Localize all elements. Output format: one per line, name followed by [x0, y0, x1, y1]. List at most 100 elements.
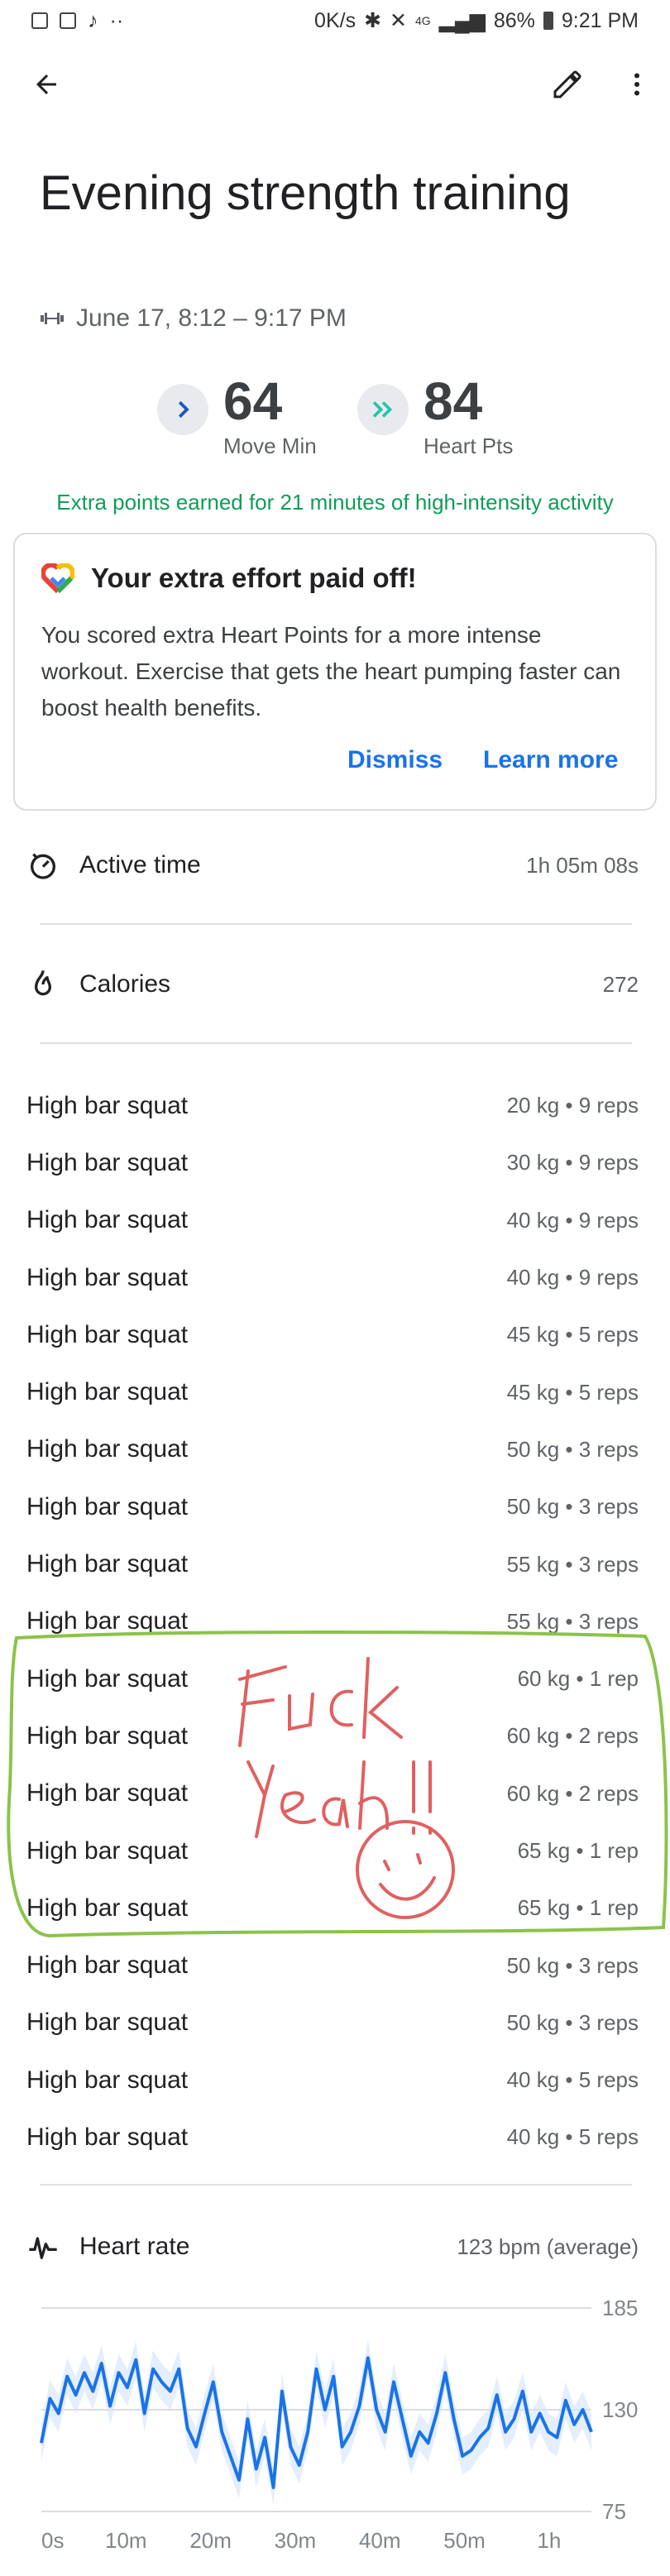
extra-points-message: Extra points earned for 21 minutes of hi… [56, 490, 614, 515]
heart-pts-label: Heart Pts [424, 433, 514, 458]
signal-type: 4G [414, 14, 431, 27]
x-tick-label: 0s [41, 2528, 64, 2553]
network-speed: 0K/s [314, 8, 357, 32]
extra-effort-card: Your extra effort paid off! You scored e… [13, 533, 657, 811]
set-row: High bar squat 60 kg • 2 reps [26, 1707, 639, 1764]
gallery-notification-icon [31, 12, 48, 29]
y-tick-label: 75 [602, 2499, 626, 2524]
set-weight-reps: 60 kg • 1 rep [517, 1666, 639, 1692]
calories-row: Calories 272 [26, 960, 639, 1009]
set-exercise-name: High bar squat [26, 1550, 189, 1578]
set-exercise-name: High bar squat [26, 1492, 189, 1520]
learn-more-button[interactable]: Learn more [483, 746, 618, 774]
active-time-label: Active time [79, 851, 201, 879]
back-arrow-icon [36, 74, 56, 94]
battery-level: 86% [493, 8, 535, 32]
set-exercise-name: High bar squat [26, 1091, 189, 1119]
x-tick-label: 10m [105, 2528, 147, 2553]
set-exercise-name: High bar squat [26, 1263, 189, 1291]
x-tick-label: 30m [275, 2528, 317, 2553]
move-min-metric: 64 Move Min [157, 372, 317, 459]
back-button[interactable] [22, 60, 71, 109]
move-min-label: Move Min [223, 433, 317, 458]
set-weight-reps: 30 kg • 9 reps [506, 1150, 639, 1175]
bluetooth-icon: ✱ [364, 9, 382, 32]
divider [40, 1042, 632, 1044]
set-exercise-name: High bar squat [26, 1378, 189, 1406]
set-exercise-name: High bar squat [26, 1779, 189, 1808]
set-weight-reps: 65 kg • 1 rep [517, 1838, 639, 1863]
more-vert-icon [634, 73, 639, 96]
set-exercise-name: High bar squat [26, 1435, 189, 1463]
status-bar: ♪ ·· 0K/s ✱ ✕ 4G ▂▄▆ 86% 9:21 PM [0, 0, 670, 41]
y-tick-label: 130 [602, 2397, 638, 2422]
set-row: High bar squat 60 kg • 2 reps [26, 1765, 639, 1822]
set-weight-reps: 20 kg • 9 reps [506, 1093, 639, 1118]
set-row: High bar squat 50 kg • 3 reps [26, 1994, 639, 2052]
set-row: High bar squat 50 kg • 3 reps [26, 1421, 639, 1478]
set-weight-reps: 40 kg • 5 reps [506, 2067, 639, 2093]
signal-bars-icon: ▂▄▆ [438, 9, 486, 32]
set-weight-reps: 60 kg • 2 reps [506, 1723, 639, 1749]
app-bar [0, 50, 670, 124]
heart-rate-row: Heart rate 123 bpm (average) [26, 2222, 639, 2272]
set-row: High bar squat 40 kg • 9 reps [26, 1192, 639, 1249]
card-body: You scored extra Heart Points for a more… [41, 622, 621, 721]
heart-rate-chart: 185 130 75 0s 10m 20m 30m 40m 50m 1h [40, 2296, 638, 2553]
set-exercise-name: High bar squat [26, 1206, 189, 1234]
move-min-value: 64 [223, 371, 283, 431]
music-notification-icon: ♪ [88, 8, 98, 32]
set-exercise-name: High bar squat [26, 1664, 189, 1693]
set-row: High bar squat 50 kg • 3 reps [26, 1937, 639, 1994]
heart-rate-label: Heart rate [79, 2233, 190, 2260]
set-weight-reps: 50 kg • 3 reps [506, 1436, 639, 1462]
set-weight-reps: 45 kg • 5 reps [506, 1379, 639, 1405]
set-weight-reps: 50 kg • 3 reps [506, 2009, 639, 2035]
set-weight-reps: 65 kg • 1 rep [517, 1895, 639, 1921]
status-bar-left: ♪ ·· [31, 9, 123, 33]
heart-pts-metric: 84 Heart Pts [357, 372, 513, 459]
set-weight-reps: 40 kg • 9 reps [506, 1265, 639, 1290]
set-row: High bar squat 40 kg • 9 reps [26, 1249, 639, 1306]
set-weight-reps: 40 kg • 5 reps [506, 2124, 639, 2150]
more-options-button[interactable] [612, 60, 662, 109]
edit-pencil-icon [553, 70, 581, 98]
set-exercise-name: High bar squat [26, 1607, 189, 1635]
set-row: High bar squat 55 kg • 3 reps [26, 1535, 639, 1592]
set-row: High bar squat 45 kg • 5 reps [26, 1306, 639, 1363]
x-tick-label: 40m [359, 2528, 401, 2553]
set-row: High bar squat 45 kg • 5 reps [26, 1363, 639, 1420]
set-row: High bar squat 40 kg • 5 reps [26, 2052, 639, 2109]
set-row: High bar squat 55 kg • 3 reps [26, 1593, 639, 1650]
set-weight-reps: 45 kg • 5 reps [506, 1322, 639, 1348]
chevron-right-icon [178, 400, 189, 419]
x-tick-label: 1h [537, 2528, 561, 2553]
set-weight-reps: 40 kg • 9 reps [506, 1207, 639, 1233]
set-row: High bar squat 30 kg • 9 reps [26, 1134, 639, 1191]
workout-date-row: June 17, 8:12 – 9:17 PM [40, 304, 347, 333]
battery-icon [543, 12, 553, 30]
edit-button[interactable] [543, 60, 592, 109]
set-weight-reps: 55 kg • 3 reps [506, 1608, 639, 1634]
set-row: High bar squat 65 kg • 1 rep [26, 1822, 639, 1879]
set-exercise-name: High bar squat [26, 1836, 189, 1865]
calories-label: Calories [79, 970, 171, 998]
set-weight-reps: 50 kg • 3 reps [506, 1494, 639, 1520]
set-row: High bar squat 20 kg • 9 reps [26, 1077, 639, 1134]
dismiss-button[interactable]: Dismiss [347, 746, 443, 774]
card-title: Your extra effort paid off! [91, 563, 417, 593]
mute-icon: ✕ [390, 9, 407, 32]
calories-value: 272 [602, 971, 639, 997]
set-exercise-name: High bar squat [26, 1148, 189, 1176]
timer-icon [31, 853, 55, 879]
set-row: High bar squat 65 kg • 1 rep [26, 1879, 639, 1937]
dumbbell-icon [41, 313, 64, 324]
set-exercise-name: High bar squat [26, 2066, 189, 2094]
y-tick-label: 185 [602, 2296, 638, 2320]
active-time-row: Active time 1h 05m 08s [26, 840, 639, 890]
double-chevron-icon [372, 401, 393, 418]
move-min-badge [157, 384, 208, 435]
heart-pts-badge [357, 384, 409, 435]
heart-rate-average: 123 bpm (average) [457, 2234, 639, 2259]
set-weight-reps: 55 kg • 3 reps [506, 1551, 639, 1577]
